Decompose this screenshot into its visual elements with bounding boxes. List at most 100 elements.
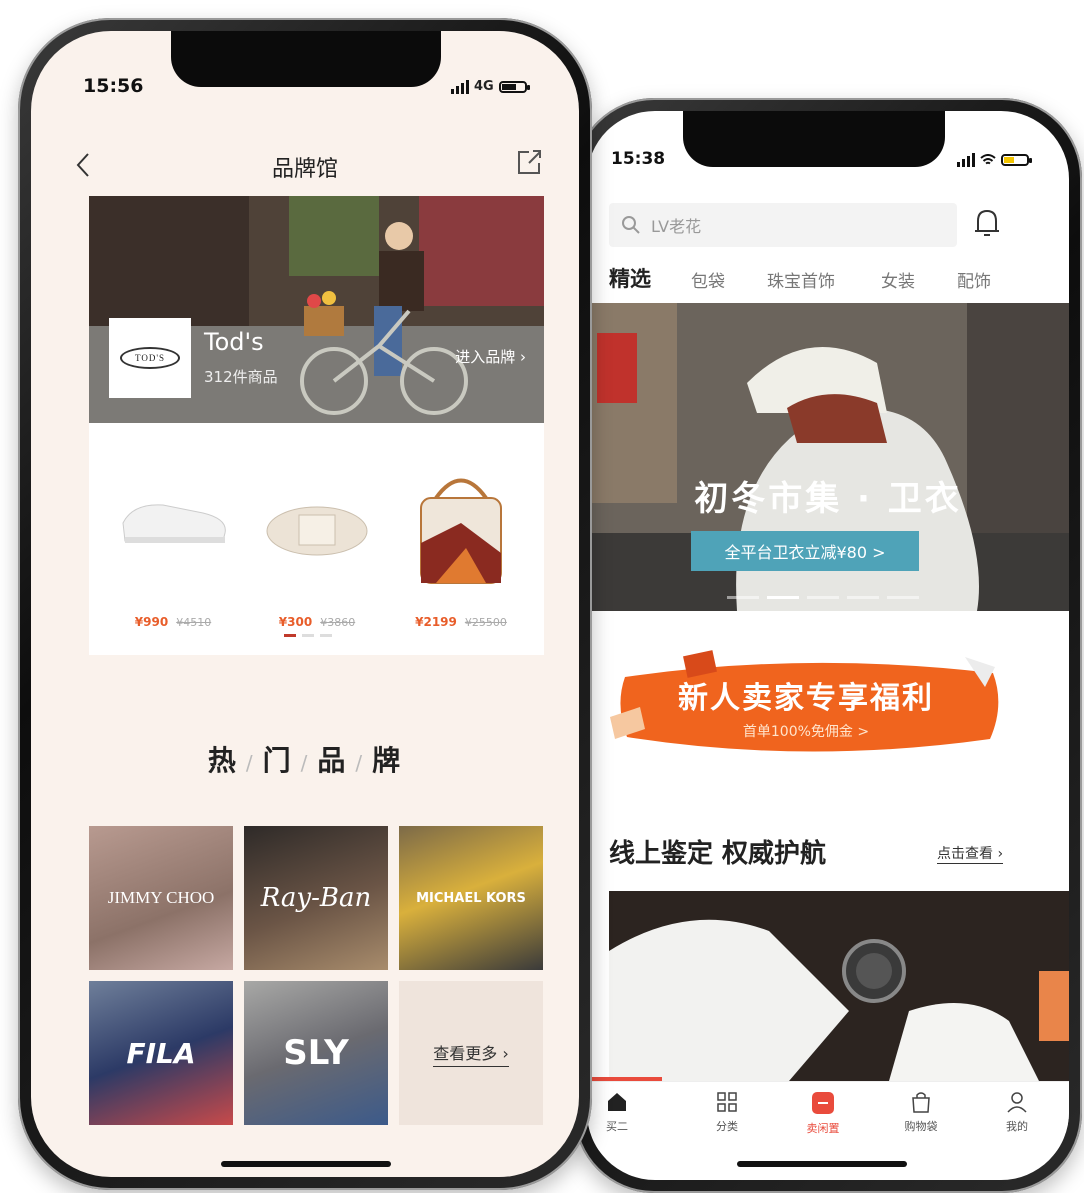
hot-brands-title: 热 / 门 / 品 / 牌 — [207, 744, 403, 777]
section-title: 线上鉴定 权威护航 — [609, 839, 827, 869]
handbag-image — [420, 478, 502, 584]
see-more-tile[interactable]: 查看更多 › — [399, 981, 543, 1125]
price: ¥300 — [278, 615, 313, 629]
tab-label: 购物袋 — [904, 1120, 938, 1133]
notch — [171, 31, 441, 87]
tab-home[interactable]: 买二 — [587, 1090, 647, 1134]
promo-title: 新人卖家专享福利 — [678, 681, 934, 716]
brand-tile-michael-kors[interactable]: MICHAEL KORS — [399, 826, 543, 970]
tab-label: 分类 — [716, 1120, 738, 1133]
tab-jewelry[interactable]: 珠宝首饰 — [767, 267, 835, 292]
brand-tile-ray-ban[interactable]: Ray-Ban — [244, 826, 388, 970]
tab-category[interactable]: 分类 — [697, 1090, 757, 1134]
hero-title: 初冬市集 · 卫衣 — [694, 479, 962, 519]
shopping-bag-icon — [912, 1092, 930, 1113]
section-link[interactable]: 点击查看 › — [937, 843, 1004, 864]
tab-bag[interactable]: 购物袋 — [891, 1090, 951, 1134]
price-row: ¥2199 ¥25500 — [391, 615, 531, 629]
progress-indicator — [587, 1077, 662, 1081]
brand-item-count: 312件商品 — [204, 368, 278, 386]
user-icon — [1007, 1092, 1027, 1113]
battery-icon — [498, 80, 530, 93]
tab-featured[interactable]: 精选 — [609, 263, 651, 293]
brand-label: Ray-Ban — [260, 883, 372, 913]
tab-label: 买二 — [606, 1120, 628, 1133]
tab-bags[interactable]: 包袋 — [691, 267, 725, 292]
price: ¥2199 — [415, 615, 457, 629]
signal-icon — [451, 79, 469, 94]
brand-label: SLY — [283, 1033, 349, 1073]
status-icons: 4G — [451, 79, 530, 94]
hot-title-char: 牌 — [372, 744, 403, 777]
battery-icon — [1001, 154, 1032, 166]
product-card[interactable]: ¥300 ¥3860 — [247, 453, 387, 629]
carousel-dots — [284, 634, 332, 637]
enter-brand-link[interactable]: 进入品牌 › — [455, 346, 526, 367]
original-price: ¥4510 — [176, 616, 212, 629]
phone-right: 15:38 LV老花 精选 包袋 珠宝首饰 女装 配饰 初冬市集 · 卫衣 全平… — [574, 98, 1082, 1193]
brand-tile-sly[interactable]: SLY — [244, 981, 388, 1125]
tab-womens[interactable]: 女装 — [881, 267, 915, 292]
original-price: ¥25500 — [464, 616, 507, 629]
brand-label: FILA — [126, 1036, 196, 1070]
promo-subtitle: 首单100%免佣金 > — [742, 724, 870, 740]
product-card[interactable]: ¥2199 ¥25500 — [391, 453, 531, 629]
brand-tile-fila[interactable]: FILA — [89, 981, 233, 1125]
hot-title-char: 品 — [317, 744, 348, 777]
price: ¥990 — [134, 615, 169, 629]
tab-accessories[interactable]: 配饰 — [957, 267, 991, 292]
brand-grid: JIMMY CHOO Ray-Ban MICHAEL KORS FILA SLY… — [89, 826, 544, 1126]
authentication-photo — [609, 891, 1069, 1081]
share-icon[interactable] — [515, 147, 543, 177]
tab-profile[interactable]: 我的 — [987, 1090, 1047, 1134]
signal-icon — [957, 153, 975, 167]
product-carousel: ¥990 ¥4510 ¥300 ¥3860 ¥2199 ¥25500 — [89, 423, 544, 655]
phone-right-screen: 15:38 LV老花 精选 包袋 珠宝首饰 女装 配饰 初冬市集 · 卫衣 全平… — [587, 111, 1069, 1180]
product-card[interactable]: ¥990 ¥4510 — [103, 453, 243, 629]
network-label: 4G — [474, 79, 494, 94]
new-seller-promo-banner[interactable]: 新人卖家专享福利 首单100%免佣金 > — [605, 647, 1007, 763]
hot-title-char: 门 — [262, 744, 293, 777]
tods-logo-text: TOD'S — [120, 347, 180, 369]
price-row: ¥990 ¥4510 — [103, 615, 243, 629]
status-time: 15:38 — [611, 149, 666, 169]
search-icon — [622, 216, 640, 234]
home-indicator — [737, 1161, 907, 1167]
brand-label: JIMMY CHOO — [107, 888, 215, 907]
sneaker-image — [122, 504, 226, 543]
tab-label: 卖闲置 — [806, 1122, 840, 1135]
wifi-icon — [980, 154, 996, 165]
home-indicator — [221, 1161, 391, 1167]
bell-icon[interactable] — [973, 207, 1001, 239]
tab-sell[interactable]: 卖闲置 — [793, 1090, 853, 1136]
brand-tile-jimmy-choo[interactable]: JIMMY CHOO — [89, 826, 233, 970]
hot-title-char: 热 — [207, 744, 238, 777]
grid-icon — [717, 1092, 737, 1112]
tab-label: 我的 — [1006, 1120, 1028, 1133]
phone-left-screen: 15:56 4G 品牌馆 TOD'S Tod's 312件商品 进入品牌 › ¥… — [31, 31, 579, 1177]
hero-cta-button[interactable]: 全平台卫衣立减¥80 > — [691, 531, 919, 571]
search-placeholder: LV老花 — [651, 217, 702, 236]
price-row: ¥300 ¥3860 — [247, 615, 387, 629]
original-price: ¥3860 — [320, 616, 356, 629]
category-tabs: 精选 包袋 珠宝首饰 女装 配饰 — [609, 259, 1069, 299]
hero-banner[interactable]: 初冬市集 · 卫衣 全平台卫衣立减¥80 > — [587, 303, 1069, 611]
featured-brand-banner[interactable]: TOD'S Tod's 312件商品 进入品牌 › — [89, 196, 544, 423]
bottom-tab-bar: 买二 分类 卖闲置 购物袋 我的 — [587, 1081, 1069, 1154]
brand-name: Tod's — [204, 328, 264, 356]
status-time: 15:56 — [83, 75, 144, 97]
brand-label: MICHAEL KORS — [416, 890, 526, 906]
status-icons — [957, 153, 1032, 167]
nav-bar: 品牌馆 — [31, 141, 579, 191]
notch — [683, 111, 945, 167]
authentication-image[interactable] — [609, 891, 1069, 1081]
belt-bag-image — [266, 506, 368, 556]
search-input[interactable]: LV老花 — [609, 203, 957, 247]
hero-dots — [727, 596, 919, 599]
phone-left: 15:56 4G 品牌馆 TOD'S Tod's 312件商品 进入品牌 › ¥… — [18, 18, 592, 1190]
sell-icon — [812, 1092, 834, 1114]
page-title: 品牌馆 — [271, 157, 338, 182]
home-icon — [608, 1093, 626, 1111]
brand-logo: TOD'S — [109, 318, 191, 398]
see-more-link[interactable]: 查看更多 › — [433, 1040, 509, 1067]
